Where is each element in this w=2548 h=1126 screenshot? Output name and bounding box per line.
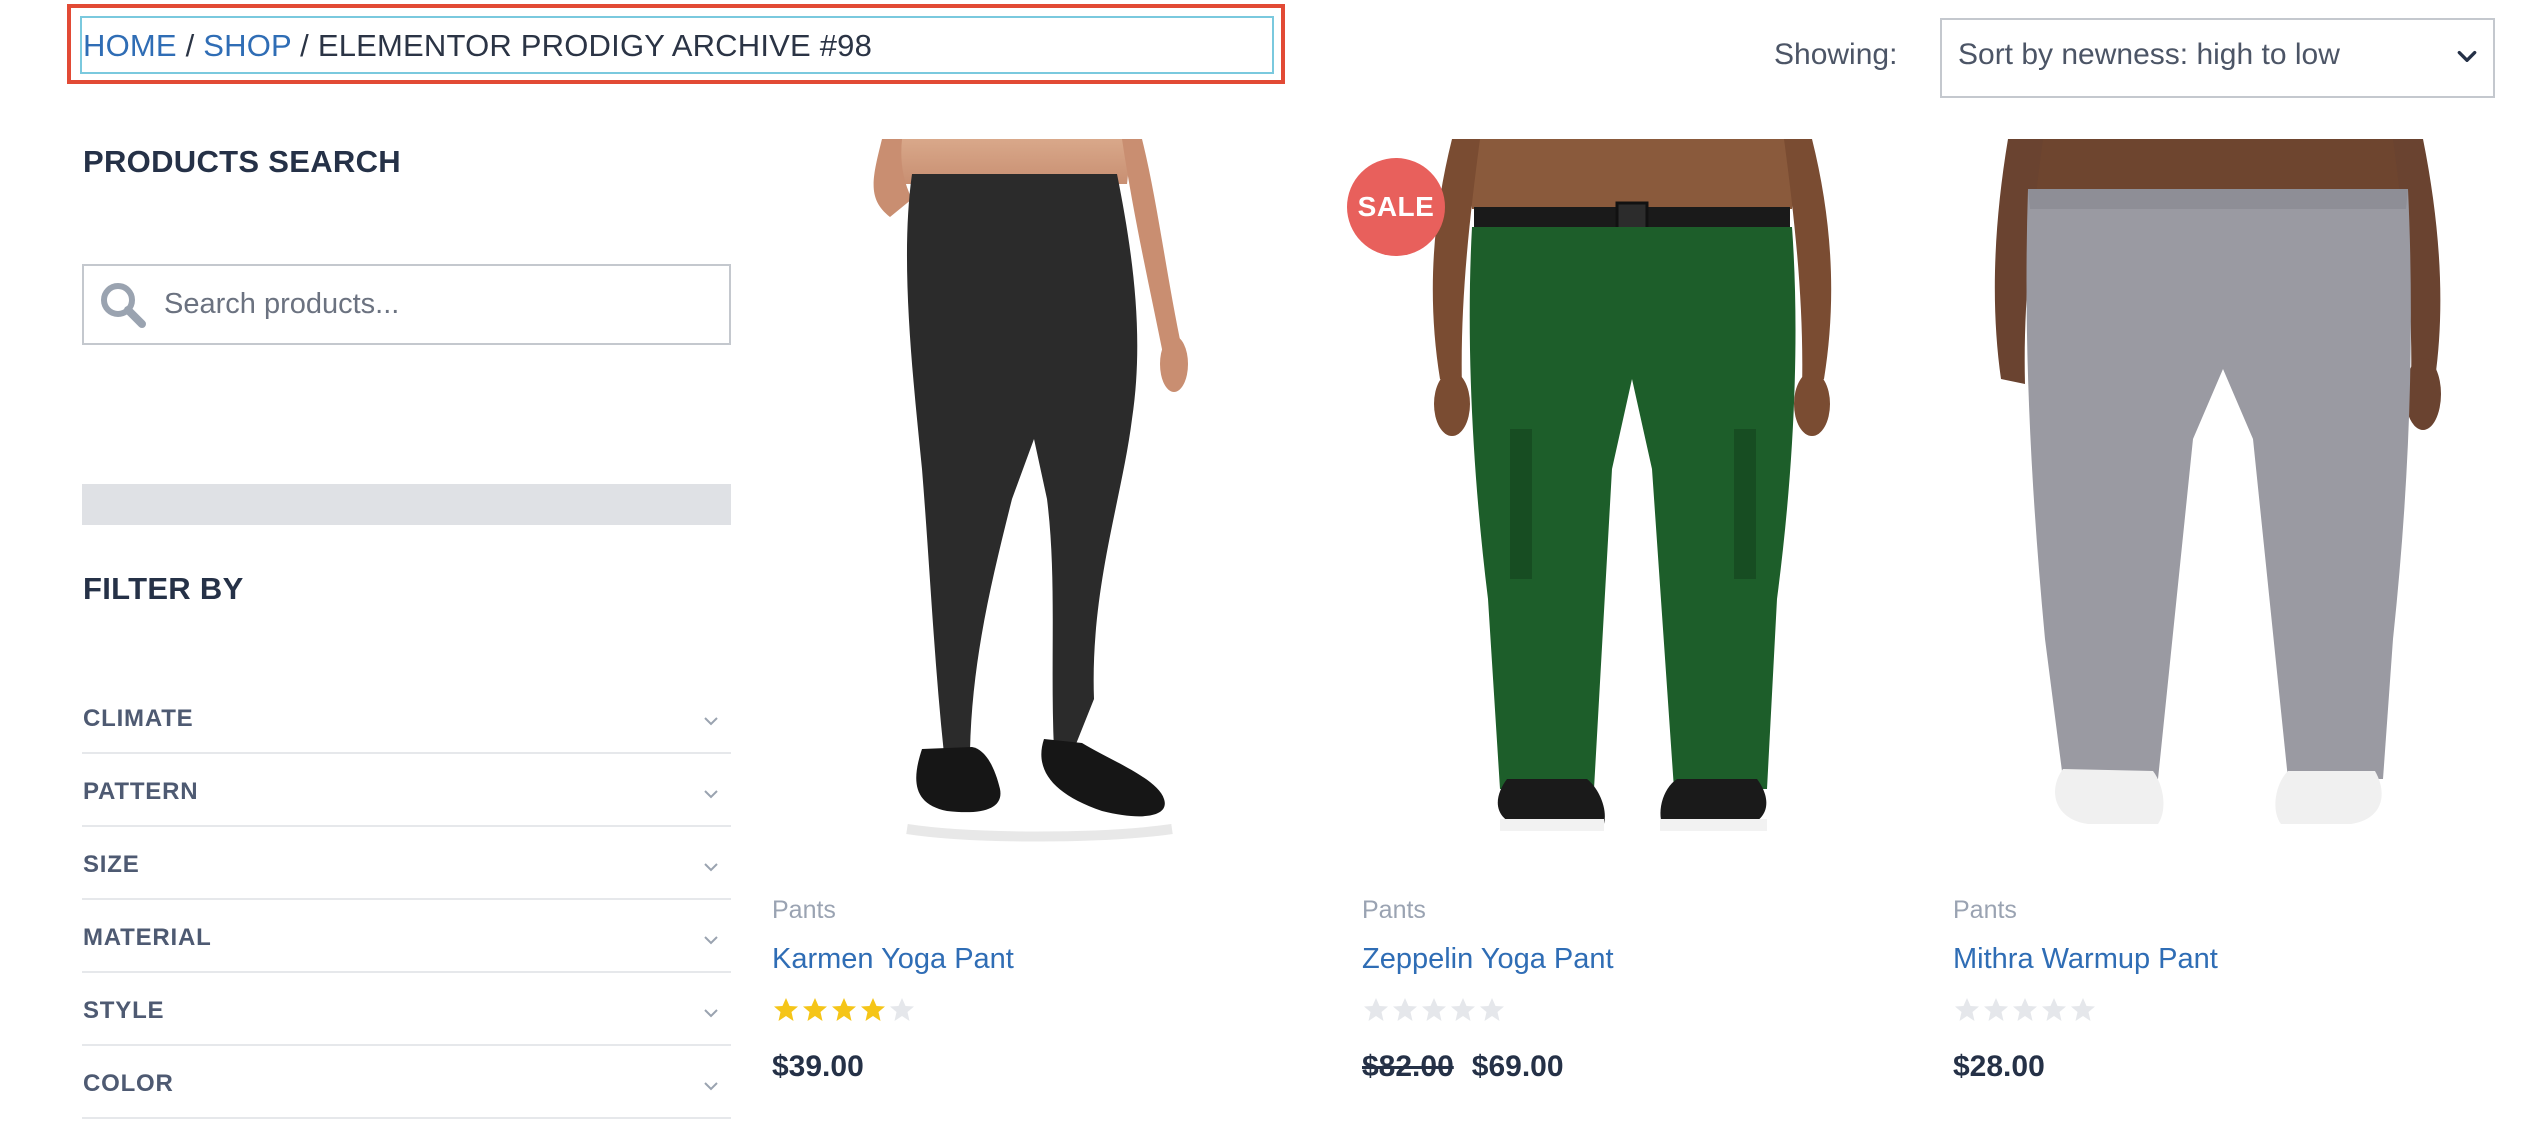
breadcrumb-separator: / [176, 28, 204, 63]
star-icon [803, 998, 827, 1021]
star-icon [1955, 998, 1979, 1021]
product-image-karmen-yoga-pant[interactable] [772, 139, 1312, 859]
search-input[interactable] [164, 284, 684, 324]
filter-label: CLIMATE [83, 705, 194, 732]
breadcrumb-current: ELEMENTOR PRODIGY ARCHIVE #98 [317, 28, 873, 63]
star-icon [2071, 998, 2095, 1021]
product-image-mithra-warmup-pant[interactable] [1953, 139, 2493, 859]
products-search-title: PRODUCTS SEARCH [83, 144, 401, 179]
filter-style[interactable]: STYLE [82, 973, 731, 1046]
star-icon [1393, 998, 1417, 1021]
breadcrumb-shop-link[interactable]: SHOP [203, 28, 291, 63]
showing-label: Showing: [1774, 38, 1898, 71]
product-price: $28.00 [1953, 1050, 2045, 1084]
filter-label: STYLE [83, 997, 165, 1024]
filter-label: SIZE [83, 851, 140, 878]
filter-color[interactable]: COLOR [82, 1046, 731, 1119]
filter-label: MATERIAL [83, 924, 212, 951]
price-current: $39.00 [772, 1050, 864, 1083]
product-image-zeppelin-yoga-pant[interactable] [1362, 139, 1902, 859]
product-name-zeppelin-yoga-pant[interactable]: Zeppelin Yoga Pant [1362, 943, 1614, 976]
product-category[interactable]: Pants [1953, 896, 2017, 925]
product-name-karmen-yoga-pant[interactable]: Karmen Yoga Pant [772, 943, 1014, 976]
star-icon [2013, 998, 2037, 1021]
filter-label: PATTERN [83, 778, 199, 805]
star-rating [1364, 998, 1504, 1021]
star-icon [1364, 998, 1388, 1021]
search-icon[interactable] [97, 279, 149, 331]
star-rating [774, 998, 914, 1021]
breadcrumb: HOME / SHOP / ELEMENTOR PRODIGY ARCHIVE … [83, 24, 872, 68]
star-icon [774, 998, 798, 1021]
product-category[interactable]: Pants [1362, 896, 1426, 925]
chevron-down-icon [704, 790, 718, 799]
filter-by-title: FILTER BY [83, 571, 244, 606]
filter-pattern[interactable]: PATTERN [82, 754, 731, 827]
price-current: $28.00 [1953, 1050, 2045, 1083]
star-icon [2042, 998, 2066, 1021]
chevron-down-icon [704, 717, 718, 726]
chevron-down-icon [704, 1082, 718, 1091]
sort-selected-value: Sort by newness: high to low [1958, 38, 2340, 71]
chevron-down-icon [704, 1009, 718, 1018]
chevron-down-icon [704, 936, 718, 945]
product-price: $39.00 [772, 1050, 864, 1084]
sale-badge: SALE [1347, 158, 1445, 256]
filter-climate[interactable]: CLIMATE [82, 681, 731, 754]
breadcrumb-home-link[interactable]: HOME [83, 28, 177, 63]
chevron-down-icon [704, 863, 718, 872]
star-icon [1984, 998, 2008, 1021]
price-filter-placeholder-bar [82, 484, 731, 525]
price-original: $82.00 [1362, 1050, 1454, 1083]
star-icon [890, 998, 914, 1021]
filter-material[interactable]: MATERIAL [82, 900, 731, 973]
star-icon [1480, 998, 1504, 1021]
chevron-down-icon [2457, 50, 2477, 62]
product-price: $82.00 $69.00 [1362, 1050, 1564, 1084]
price-current: $69.00 [1471, 1050, 1564, 1083]
product-name-mithra-warmup-pant[interactable]: Mithra Warmup Pant [1953, 943, 2218, 976]
star-rating [1955, 998, 2095, 1021]
star-icon [861, 998, 885, 1021]
filter-label: COLOR [83, 1070, 174, 1097]
breadcrumb-separator: / [291, 28, 318, 63]
product-category[interactable]: Pants [772, 896, 836, 925]
star-icon [1422, 998, 1446, 1021]
filter-size[interactable]: SIZE [82, 827, 731, 900]
star-icon [832, 998, 856, 1021]
star-icon [1451, 998, 1475, 1021]
